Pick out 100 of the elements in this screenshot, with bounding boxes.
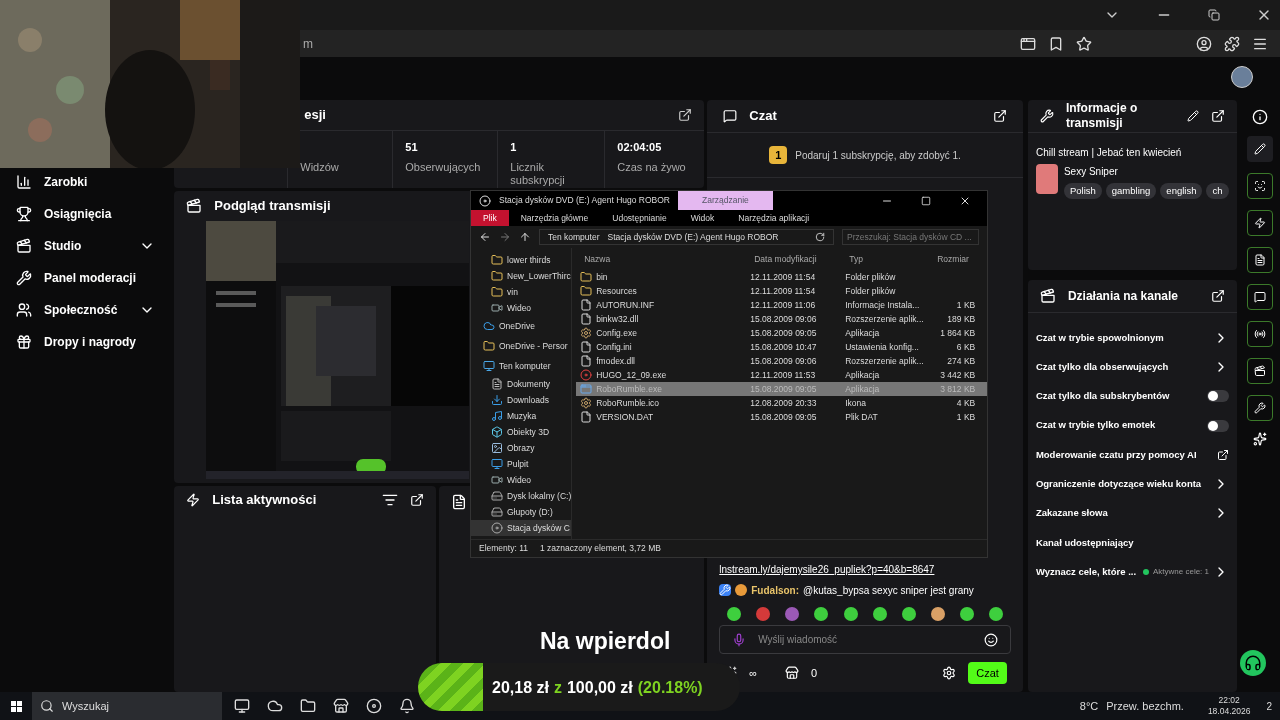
- popout-icon[interactable]: [410, 493, 425, 507]
- rail-button[interactable]: [1247, 247, 1273, 273]
- refresh-icon[interactable]: [815, 232, 825, 242]
- emote-icon[interactable]: [843, 607, 858, 621]
- column-header[interactable]: Typ: [849, 252, 930, 266]
- file-row[interactable]: Config.ini 15.08.2009 10:47 Ustawienia konfig... 6 KB: [576, 340, 988, 354]
- channel-action[interactable]: Moderowanie czatu przy pomocy AI: [1035, 447, 1197, 462]
- nav-item[interactable]: OneDrive - Persor: [471, 338, 572, 354]
- file-row[interactable]: bin 12.11.2009 11:54 Folder plików: [576, 270, 988, 284]
- info-icon[interactable]: [1252, 109, 1268, 125]
- ribbon-tab[interactable]: Widok: [678, 210, 727, 226]
- bookmark-icon[interactable]: [1048, 35, 1064, 52]
- ribbon-tab[interactable]: Narzędzia główne: [508, 210, 601, 226]
- sidebar-item[interactable]: Studio: [0, 233, 172, 259]
- nav-item[interactable]: Dysk lokalny (C:): [471, 488, 572, 504]
- settings-icon[interactable]: [942, 666, 957, 680]
- ribbon-tab[interactable]: Plik: [471, 210, 509, 226]
- message-field[interactable]: Wyślij wiadomość: [719, 625, 1011, 654]
- sidebar-item[interactable]: Dropy i nagrody: [0, 329, 172, 355]
- nav-item[interactable]: Wideo: [471, 472, 572, 488]
- rail-button[interactable]: [1247, 358, 1273, 384]
- taskbar-search[interactable]: Wyszukaj: [32, 692, 222, 720]
- popout-icon[interactable]: [1211, 289, 1225, 303]
- tag[interactable]: gambling: [1105, 183, 1157, 200]
- profile-icon[interactable]: [1196, 35, 1212, 52]
- nav-item[interactable]: Dokumenty: [471, 376, 572, 392]
- context-tab[interactable]: Zarządzanie: [678, 191, 773, 210]
- nav-item[interactable]: Wideo: [471, 300, 572, 316]
- tag[interactable]: Polish: [1063, 183, 1102, 200]
- folder-icon[interactable]: [300, 698, 316, 714]
- sidebar-item[interactable]: Panel moderacji: [0, 265, 172, 291]
- extensions-icon[interactable]: [1224, 35, 1240, 52]
- channel-action[interactable]: Ograniczenie dotyczące wieku konta: [1035, 477, 1202, 492]
- restore-icon[interactable]: [1208, 9, 1220, 21]
- emote-icon[interactable]: [727, 607, 742, 621]
- nav-item[interactable]: lower thirds: [471, 252, 572, 268]
- nav-item[interactable]: New_LowerThirc: [471, 268, 572, 284]
- breadcrumb-item[interactable]: Ten komputer: [548, 230, 600, 244]
- emote-icon[interactable]: [930, 607, 945, 621]
- channel-action[interactable]: Czat w trybie tylko emotek: [1035, 418, 1156, 433]
- sidebar-item[interactable]: Zarobki: [0, 169, 172, 195]
- channel-action[interactable]: Czat tylko dla obserwujących: [1035, 359, 1169, 375]
- toggle-switch[interactable]: [1207, 419, 1229, 432]
- popout-icon[interactable]: [678, 107, 693, 122]
- nav-item[interactable]: Ten komputer: [471, 358, 572, 374]
- rail-button[interactable]: [1247, 173, 1273, 199]
- column-header[interactable]: Rozmiar: [929, 252, 980, 266]
- nav-item[interactable]: Głupoty (D:): [471, 504, 572, 520]
- ribbon-tab[interactable]: Narzędzia aplikacji: [726, 210, 822, 226]
- ribbon-tab[interactable]: Udostępnianie: [600, 210, 679, 226]
- tag[interactable]: english: [1160, 183, 1203, 200]
- channel-action[interactable]: Kanał udostępniający: [1035, 535, 1134, 550]
- nav-item[interactable]: vin: [471, 284, 572, 300]
- nav-item[interactable]: OneDrive: [471, 318, 572, 334]
- emote-icon[interactable]: [988, 607, 1003, 621]
- rail-button[interactable]: [1247, 284, 1273, 310]
- breadcrumb-item[interactable]: Stacja dysków DVD (E:) Agent Hugo ROBOR: [607, 230, 779, 244]
- channel-action[interactable]: Czat w trybie spowolnionym: [1035, 330, 1164, 345]
- popout-icon[interactable]: [992, 109, 1007, 123]
- star-icon[interactable]: [1076, 35, 1092, 52]
- sidebar-item[interactable]: Społeczność: [0, 297, 172, 323]
- sidebar-item[interactable]: Osiągnięcia: [0, 201, 172, 227]
- mic-icon[interactable]: [732, 632, 747, 647]
- message-input[interactable]: Wyślij wiadomość: [758, 632, 972, 647]
- search-field[interactable]: Przeszukaj: Stacja dysków CD ...: [842, 229, 979, 245]
- nav-item[interactable]: Obrazy: [471, 440, 572, 456]
- edit-icon[interactable]: [1187, 110, 1199, 122]
- tag[interactable]: ch: [1206, 183, 1229, 200]
- column-header[interactable]: Nazwa: [584, 252, 755, 266]
- column-header[interactable]: Data modyfikacji: [754, 252, 850, 266]
- notification-count[interactable]: 2: [1258, 698, 1280, 714]
- send-button[interactable]: Czat: [968, 662, 1007, 684]
- edit-button[interactable]: [1247, 136, 1273, 162]
- rail-button[interactable]: [1247, 395, 1273, 421]
- rail-button[interactable]: [1247, 210, 1273, 236]
- emoji-icon[interactable]: [983, 632, 998, 647]
- emote-icon[interactable]: [785, 607, 800, 621]
- install-icon[interactable]: [1020, 35, 1036, 52]
- file-row[interactable]: Resources 12.11.2009 11:54 Folder plików: [576, 284, 988, 298]
- file-row[interactable]: binkw32.dll 15.08.2009 09:06 Rozszerzenie aplik... 189 KB: [576, 312, 988, 326]
- avatar[interactable]: [1231, 66, 1253, 88]
- store-icon[interactable]: [333, 698, 349, 714]
- filter-icon[interactable]: [382, 492, 399, 508]
- support-icon[interactable]: [1240, 650, 1266, 676]
- toggle-switch[interactable]: [1207, 390, 1229, 403]
- task-view-icon[interactable]: [234, 698, 250, 714]
- file-row[interactable]: fmodex.dll 15.08.2009 09:06 Rozszerzenie aplik... 274 KB: [576, 354, 988, 368]
- file-row[interactable]: HUGO_12_09.exe 12.11.2009 11:53 Aplikacja 3 442 KB: [576, 368, 988, 382]
- emote-icon[interactable]: [959, 607, 974, 621]
- channel-action[interactable]: Zakazane słowa: [1035, 506, 1108, 521]
- nav-item[interactable]: Obiekty 3D: [471, 424, 572, 440]
- channel-action[interactable]: Wyznacz cele, które ...: [1035, 564, 1137, 580]
- emote-icon[interactable]: [872, 607, 887, 621]
- popout-icon[interactable]: [1211, 109, 1225, 123]
- back-icon[interactable]: [479, 231, 491, 243]
- store-icon[interactable]: [785, 666, 800, 680]
- emote-icon[interactable]: [901, 607, 916, 621]
- maximize-icon[interactable]: [921, 195, 931, 206]
- emote-icon[interactable]: [756, 607, 771, 621]
- nav-item[interactable]: Stacja dysków C: [471, 520, 572, 536]
